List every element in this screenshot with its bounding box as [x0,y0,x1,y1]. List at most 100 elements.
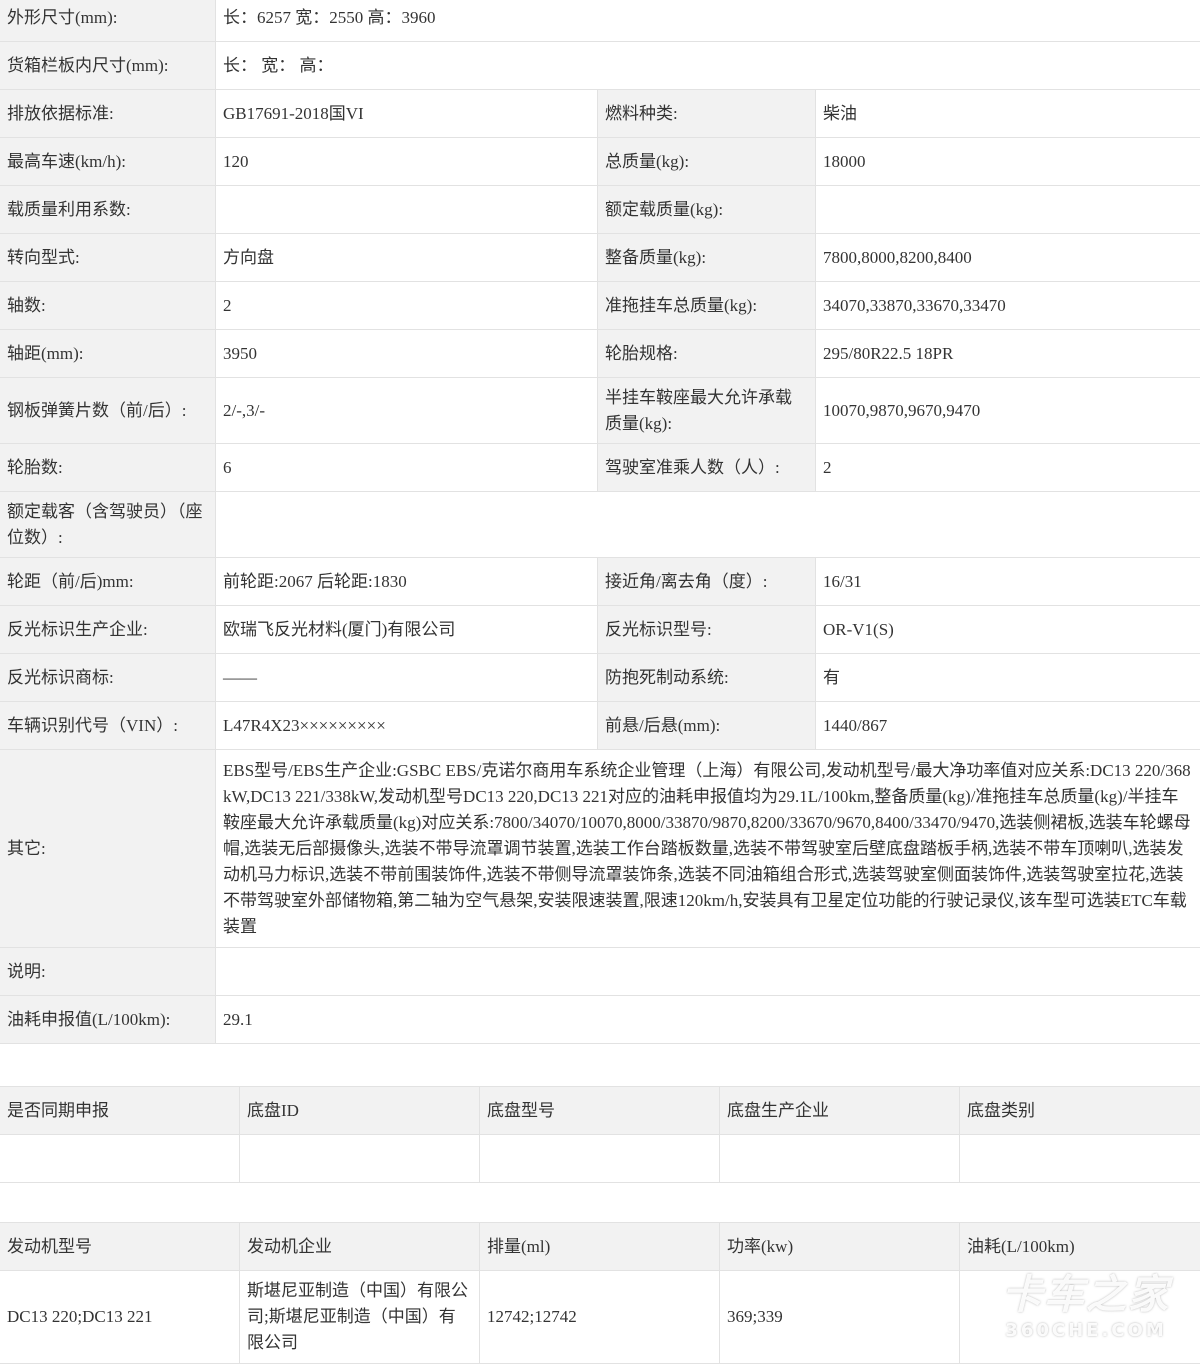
chassis-table: 是否同期申报 底盘ID 底盘型号 底盘生产企业 底盘类别 [0,1086,1200,1183]
spec-label: 轮距（前/后)mm: [0,558,216,606]
table-cell [480,1135,720,1183]
spec-label: 准拖挂车总质量(kg): [598,282,816,330]
spec-label: 防抱死制动系统: [598,654,816,702]
table-cell: DC13 220;DC13 221 [0,1271,240,1364]
spec-label: 驾驶室准乘人数（人）: [598,444,816,492]
spec-label: 载质量利用系数: [0,186,216,234]
spec-row: 外形尺寸(mm): 长：6257 宽：2550 高：3960 [0,0,1200,42]
spec-label: 前悬/后悬(mm): [598,702,816,750]
spec-value: 2 [816,444,1200,492]
spec-label: 车辆识别代号（VIN）: [0,702,216,750]
spec-value: 120 [216,138,598,186]
engine-header-row: 发动机型号 发动机企业 排量(ml) 功率(kw) 油耗(L/100km) [0,1223,1200,1271]
spec-value [216,186,598,234]
table-cell [240,1135,480,1183]
spec-value: OR-V1(S) [816,606,1200,654]
spec-table: 外形尺寸(mm): 长：6257 宽：2550 高：3960 货箱栏板内尺寸(m… [0,0,1200,1044]
spec-value: 29.1 [216,996,1200,1044]
spec-label: 钢板弹簧片数（前/后）: [0,378,216,444]
table-cell [0,1135,240,1183]
spec-value: 3950 [216,330,598,378]
spec-row: 钢板弹簧片数（前/后）: 2/-,3/- 半挂车鞍座最大允许承载质量(kg): … [0,378,1200,444]
spec-label: 额定载质量(kg): [598,186,816,234]
spec-label: 半挂车鞍座最大允许承载质量(kg): [598,378,816,444]
spec-value: 前轮距:2067 后轮距:1830 [216,558,598,606]
chassis-header-row: 是否同期申报 底盘ID 底盘型号 底盘生产企业 底盘类别 [0,1087,1200,1135]
spec-label: 货箱栏板内尺寸(mm): [0,42,216,90]
spec-label: 燃料种类: [598,90,816,138]
spec-row: 排放依据标准: GB17691-2018国VI 燃料种类: 柴油 [0,90,1200,138]
table-cell [960,1135,1200,1183]
column-header: 排量(ml) [480,1223,720,1271]
spec-value: 10070,9870,9670,9470 [816,378,1200,444]
spec-value: 长： 宽： 高： [216,42,1200,90]
spec-row: 最高车速(km/h): 120 总质量(kg): 18000 [0,138,1200,186]
spec-label: 轴数: [0,282,216,330]
table-row: DC13 220;DC13 221 斯堪尼亚制造（中国）有限公司;斯堪尼亚制造（… [0,1271,1200,1364]
spec-row: 轴距(mm): 3950 轮胎规格: 295/80R22.5 18PR [0,330,1200,378]
spec-row: 轮距（前/后)mm: 前轮距:2067 后轮距:1830 接近角/离去角（度）:… [0,558,1200,606]
spec-row: 说明: [0,948,1200,996]
spec-value: 1440/867 [816,702,1200,750]
spec-label: 轮胎数: [0,444,216,492]
engine-table: 发动机型号 发动机企业 排量(ml) 功率(kw) 油耗(L/100km) DC… [0,1222,1200,1364]
spec-row: 反光标识生产企业: 欧瑞飞反光材料(厦门)有限公司 反光标识型号: OR-V1(… [0,606,1200,654]
column-header: 底盘ID [240,1087,480,1135]
spec-value: 欧瑞飞反光材料(厦门)有限公司 [216,606,598,654]
spec-label: 排放依据标准: [0,90,216,138]
spec-label: 油耗申报值(L/100km): [0,996,216,1044]
spec-value: L47R4X23××××××××× [216,702,598,750]
spec-value: GB17691-2018国VI [216,90,598,138]
spec-value [216,492,1200,558]
column-header: 油耗(L/100km) [960,1223,1200,1271]
spec-row: 油耗申报值(L/100km): 29.1 [0,996,1200,1044]
table-cell: 斯堪尼亚制造（中国）有限公司;斯堪尼亚制造（中国）有限公司 [240,1271,480,1364]
column-header: 功率(kw) [720,1223,960,1271]
column-header: 底盘型号 [480,1087,720,1135]
spec-label: 说明: [0,948,216,996]
spec-row: 其它: EBS型号/EBS生产企业:GSBC EBS/克诺尔商用车系统企业管理（… [0,750,1200,948]
column-header: 底盘生产企业 [720,1087,960,1135]
spec-value: 18000 [816,138,1200,186]
table-cell [960,1271,1200,1364]
spec-row: 轮胎数: 6 驾驶室准乘人数（人）: 2 [0,444,1200,492]
spec-value: 有 [816,654,1200,702]
spec-label: 总质量(kg): [598,138,816,186]
spec-row: 货箱栏板内尺寸(mm): 长： 宽： 高： [0,42,1200,90]
other-notes: EBS型号/EBS生产企业:GSBC EBS/克诺尔商用车系统企业管理（上海）有… [216,750,1200,948]
spec-value: —— [216,654,598,702]
spec-row: 转向型式: 方向盘 整备质量(kg): 7800,8000,8200,8400 [0,234,1200,282]
spec-value: 2/-,3/- [216,378,598,444]
spec-label: 最高车速(km/h): [0,138,216,186]
spec-value: 34070,33870,33670,33470 [816,282,1200,330]
spec-value: 6 [216,444,598,492]
spec-value: 柴油 [816,90,1200,138]
spec-label: 整备质量(kg): [598,234,816,282]
spec-label: 轴距(mm): [0,330,216,378]
column-header: 发动机型号 [0,1223,240,1271]
spec-value [216,948,1200,996]
spec-label: 轮胎规格: [598,330,816,378]
spec-label: 其它: [0,750,216,948]
column-header: 发动机企业 [240,1223,480,1271]
spec-value [816,186,1200,234]
spec-label: 接近角/离去角（度）: [598,558,816,606]
spec-value: 方向盘 [216,234,598,282]
spec-value: 16/31 [816,558,1200,606]
table-row [0,1135,1200,1183]
spec-label: 反光标识生产企业: [0,606,216,654]
spec-label: 外形尺寸(mm): [0,0,216,42]
spec-row: 载质量利用系数: 额定载质量(kg): [0,186,1200,234]
table-cell [720,1135,960,1183]
spec-label: 额定载客（含驾驶员）（座位数）: [0,492,216,558]
column-header: 底盘类别 [960,1087,1200,1135]
spec-row: 反光标识商标: —— 防抱死制动系统: 有 [0,654,1200,702]
spec-label: 转向型式: [0,234,216,282]
spec-value: 2 [216,282,598,330]
spec-row: 额定载客（含驾驶员）（座位数）: [0,492,1200,558]
spec-value: 295/80R22.5 18PR [816,330,1200,378]
spec-label: 反光标识型号: [598,606,816,654]
spec-row: 车辆识别代号（VIN）: L47R4X23××××××××× 前悬/后悬(mm)… [0,702,1200,750]
table-cell: 369;339 [720,1271,960,1364]
spec-row: 轴数: 2 准拖挂车总质量(kg): 34070,33870,33670,334… [0,282,1200,330]
